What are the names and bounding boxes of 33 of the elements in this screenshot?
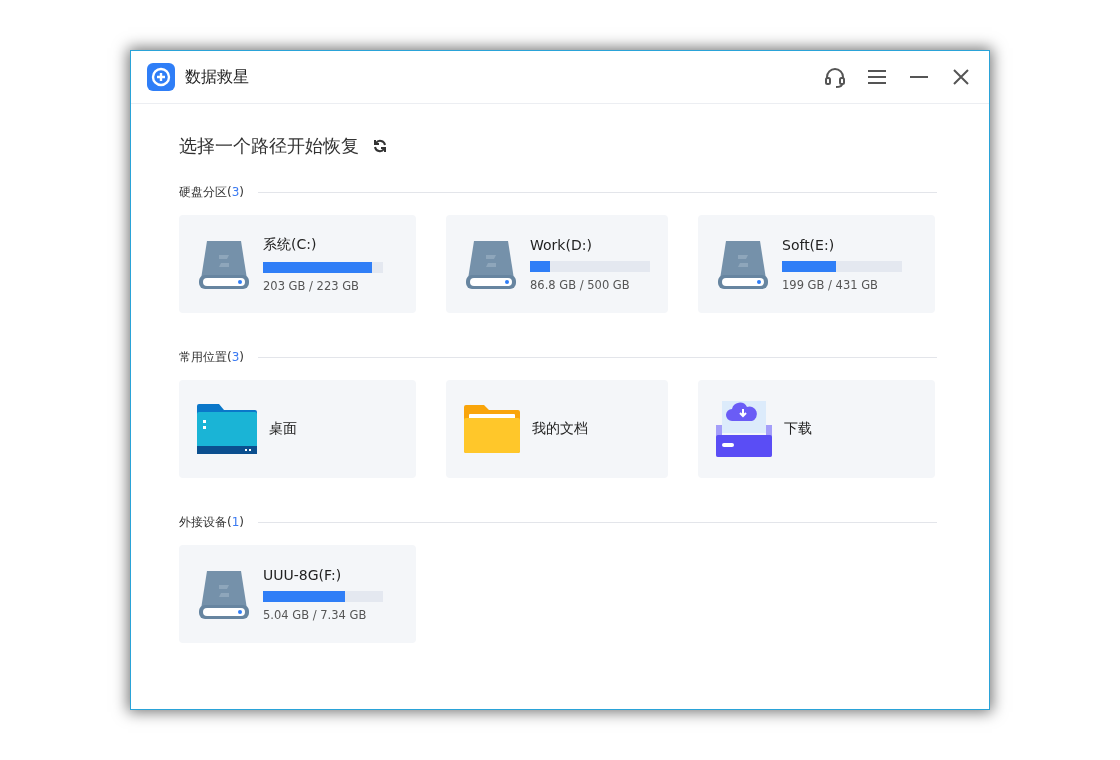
- close-icon: [953, 69, 969, 85]
- usage-text: 199 GB / 431 GB: [782, 277, 879, 292]
- drive-card[interactable]: UUU-8G(F:) 5.04 GB / 7.34 GB: [179, 545, 416, 643]
- usage-text: 203 GB / 223 GB: [263, 278, 360, 293]
- folder-name: 我的文档: [532, 420, 588, 438]
- usage-text: 86.8 GB / 500 GB: [530, 277, 631, 292]
- folder-name: 桌面: [269, 420, 297, 438]
- section-label: 硬盘分区(3): [179, 184, 244, 201]
- app-logo-icon: [147, 63, 175, 91]
- drive-name: UUU-8G(F:): [263, 566, 343, 583]
- section-label: 外接设备(1): [179, 514, 244, 531]
- drive-card[interactable]: 系统(C:) 203 GB / 223 GB: [179, 215, 416, 313]
- folder-icon: [464, 405, 520, 453]
- menu-icon: [867, 69, 887, 85]
- folder-card[interactable]: 我的文档: [446, 380, 668, 478]
- drive-card[interactable]: Work(D:) 86.8 GB / 500 GB: [446, 215, 668, 313]
- folder-card[interactable]: 下载: [698, 380, 935, 478]
- refresh-icon[interactable]: [373, 139, 387, 153]
- drive-card[interactable]: Soft(E:) 199 GB / 431 GB: [698, 215, 935, 313]
- page-heading: 选择一个路径开始恢复: [179, 134, 359, 158]
- folder-card[interactable]: 桌面: [179, 380, 416, 478]
- window-title: 数据救星: [185, 66, 250, 88]
- drive-name: 系统(C:): [263, 235, 318, 254]
- folder-name: 下载: [784, 420, 812, 438]
- section-label: 常用位置(3): [179, 349, 244, 366]
- headset-icon: [824, 66, 846, 88]
- minimize-icon: [910, 76, 928, 78]
- drive-name: Soft(E:): [782, 236, 836, 253]
- headset-button[interactable]: [823, 65, 847, 89]
- drive-name: Work(D:): [530, 236, 593, 253]
- usage-text: 5.04 GB / 7.34 GB: [263, 607, 368, 622]
- download-tray-icon: [716, 401, 772, 457]
- folder-icon: [197, 404, 257, 454]
